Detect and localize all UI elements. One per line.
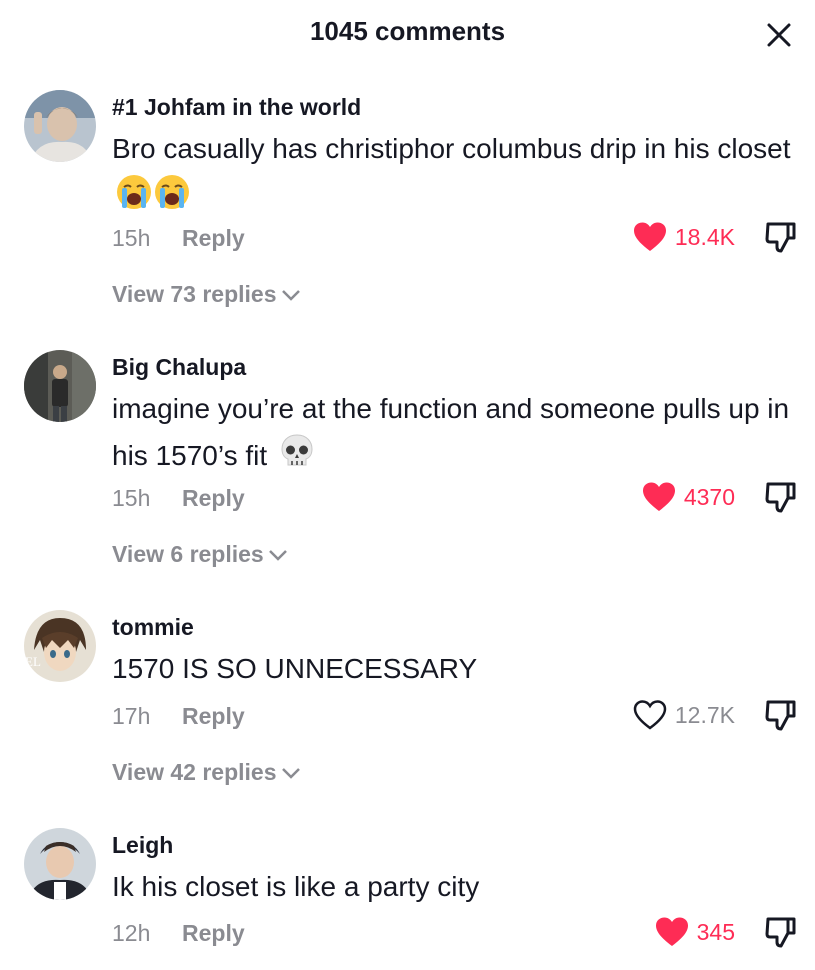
dislike-icon[interactable] [764, 220, 798, 254]
heart-filled-icon [655, 917, 688, 946]
comments-header: 1045 comments [0, 0, 815, 64]
reply-button[interactable]: Reply [182, 920, 245, 947]
comment-time: 17h [112, 703, 151, 729]
comment-body: Bro casually has christiphor columbus dr… [112, 133, 791, 164]
avatar[interactable] [24, 828, 96, 900]
comment-text: 1570 IS SO UNNECESSARY [112, 653, 478, 684]
like-count: 18.4K [674, 223, 735, 250]
heart-filled-icon [633, 222, 666, 251]
view-replies-label: View 73 replies [112, 281, 277, 307]
like-button[interactable]: 18.4K [633, 222, 735, 252]
comment-time: 12h [112, 920, 151, 946]
close-icon[interactable] [764, 20, 794, 50]
heart-filled-icon [642, 482, 675, 511]
heart-outline-icon [633, 700, 667, 730]
avatar[interactable] [24, 90, 96, 162]
view-replies-button[interactable]: View 73 replies [112, 281, 301, 308]
dislike-icon[interactable] [764, 480, 798, 514]
comment-username[interactable]: #1 Johfam in the world [112, 94, 361, 121]
comments-count-title: 1045 comments [309, 16, 506, 46]
comment-time: 15h [112, 485, 151, 511]
comment-text: Ik his closet is like a party city [112, 871, 480, 902]
comment-text: Bro casually has christiphor columbus dr… [112, 125, 802, 226]
comment-username[interactable]: tommie [112, 614, 194, 641]
reply-button[interactable]: Reply [182, 485, 245, 512]
avatar[interactable] [24, 350, 96, 422]
reply-button[interactable]: Reply [182, 703, 245, 730]
svg-text:EL: EL [25, 654, 41, 669]
view-replies-label: View 6 replies [112, 541, 264, 567]
crying-face-emoji [116, 172, 192, 226]
like-count: 12.7K [674, 701, 735, 728]
chevron-down-icon [281, 289, 300, 301]
avatar[interactable]: EL [24, 610, 96, 682]
dislike-icon[interactable] [764, 915, 798, 949]
comment-username[interactable]: Leigh [112, 832, 173, 859]
comment-body: imagine you’re at the function and someo… [112, 393, 790, 471]
reply-button[interactable]: Reply [182, 225, 245, 252]
comment-username[interactable]: Big Chalupa [112, 354, 246, 381]
view-replies-button[interactable]: View 42 replies [112, 759, 301, 786]
like-button[interactable]: 345 [655, 917, 735, 947]
chevron-down-icon [268, 549, 287, 561]
view-replies-label: View 42 replies [112, 759, 277, 785]
like-button[interactable]: 4370 [642, 482, 735, 512]
dislike-icon[interactable] [764, 698, 798, 732]
like-count: 4370 [683, 483, 735, 510]
chevron-down-icon [281, 767, 300, 779]
comment-time: 15h [112, 225, 151, 251]
skull-emoji [279, 433, 315, 483]
like-count: 345 [696, 918, 735, 945]
like-button[interactable]: 12.7K [633, 700, 735, 730]
comment-text: imagine you’re at the function and someo… [112, 385, 802, 483]
view-replies-button[interactable]: View 6 replies [112, 541, 288, 568]
